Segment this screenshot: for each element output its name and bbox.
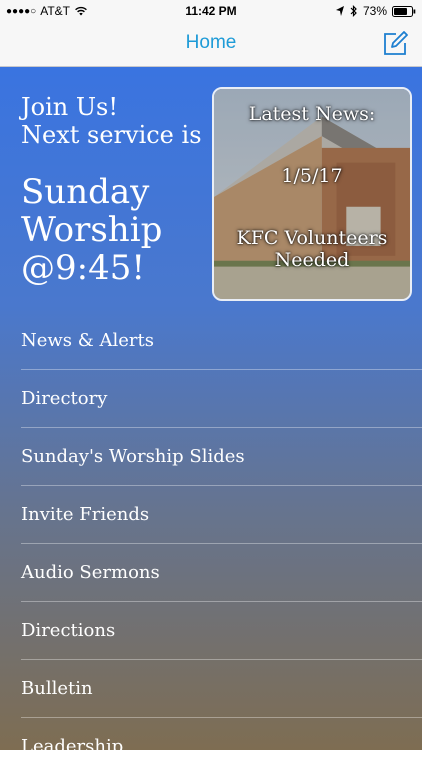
worship-line-3: @9:45! bbox=[21, 248, 146, 288]
menu-item-label: Bulletin bbox=[21, 678, 93, 699]
menu-item-directory[interactable]: Directory bbox=[21, 370, 422, 428]
menu-item-leadership[interactable]: Leadership bbox=[21, 718, 422, 776]
main-menu: News & Alerts Directory Sunday's Worship… bbox=[0, 312, 422, 776]
news-card-date: 1/5/17 bbox=[281, 165, 343, 187]
navigation-bar: Home bbox=[0, 22, 422, 67]
worship-line-1: Sunday bbox=[21, 172, 150, 212]
home-content: Join Us! Next service is Sunday Worship … bbox=[0, 67, 422, 776]
menu-item-audio-sermons[interactable]: Audio Sermons bbox=[21, 544, 422, 602]
bluetooth-icon bbox=[350, 5, 357, 17]
news-card-title: Latest News: bbox=[248, 103, 376, 125]
menu-item-label: Directory bbox=[21, 388, 108, 409]
menu-item-directions[interactable]: Directions bbox=[21, 602, 422, 660]
join-line-1: Join Us! bbox=[21, 93, 119, 121]
menu-item-label: Leadership bbox=[21, 736, 124, 757]
menu-item-label: Audio Sermons bbox=[21, 562, 160, 583]
battery-percent: 73% bbox=[362, 4, 387, 18]
join-us-text: Join Us! Next service is bbox=[21, 93, 221, 149]
service-time-text: Sunday Worship @9:45! bbox=[21, 173, 221, 287]
menu-item-label: Invite Friends bbox=[21, 504, 150, 525]
menu-item-worship-slides[interactable]: Sunday's Worship Slides bbox=[21, 428, 422, 486]
status-right: 73% bbox=[335, 4, 416, 18]
menu-item-label: Sunday's Worship Slides bbox=[21, 446, 245, 467]
menu-item-invite-friends[interactable]: Invite Friends bbox=[21, 486, 422, 544]
latest-news-card[interactable]: Latest News: 1/5/17 KFC Volunteers Neede… bbox=[212, 87, 412, 301]
page-title: Home bbox=[185, 32, 237, 53]
compose-icon[interactable] bbox=[382, 31, 408, 57]
menu-item-bulletin[interactable]: Bulletin bbox=[21, 660, 422, 718]
menu-item-label: Directions bbox=[21, 620, 116, 641]
worship-line-2: Worship bbox=[21, 210, 163, 250]
menu-item-news-alerts[interactable]: News & Alerts bbox=[21, 312, 422, 370]
location-arrow-icon bbox=[335, 6, 344, 16]
menu-item-label: News & Alerts bbox=[21, 330, 154, 351]
battery-icon bbox=[392, 5, 416, 17]
join-line-2: Next service is bbox=[21, 121, 202, 149]
news-card-headline: KFC Volunteers Needed bbox=[236, 227, 388, 271]
status-bar: ●●●●○ AT&T 11:42 PM 73% bbox=[0, 0, 422, 22]
